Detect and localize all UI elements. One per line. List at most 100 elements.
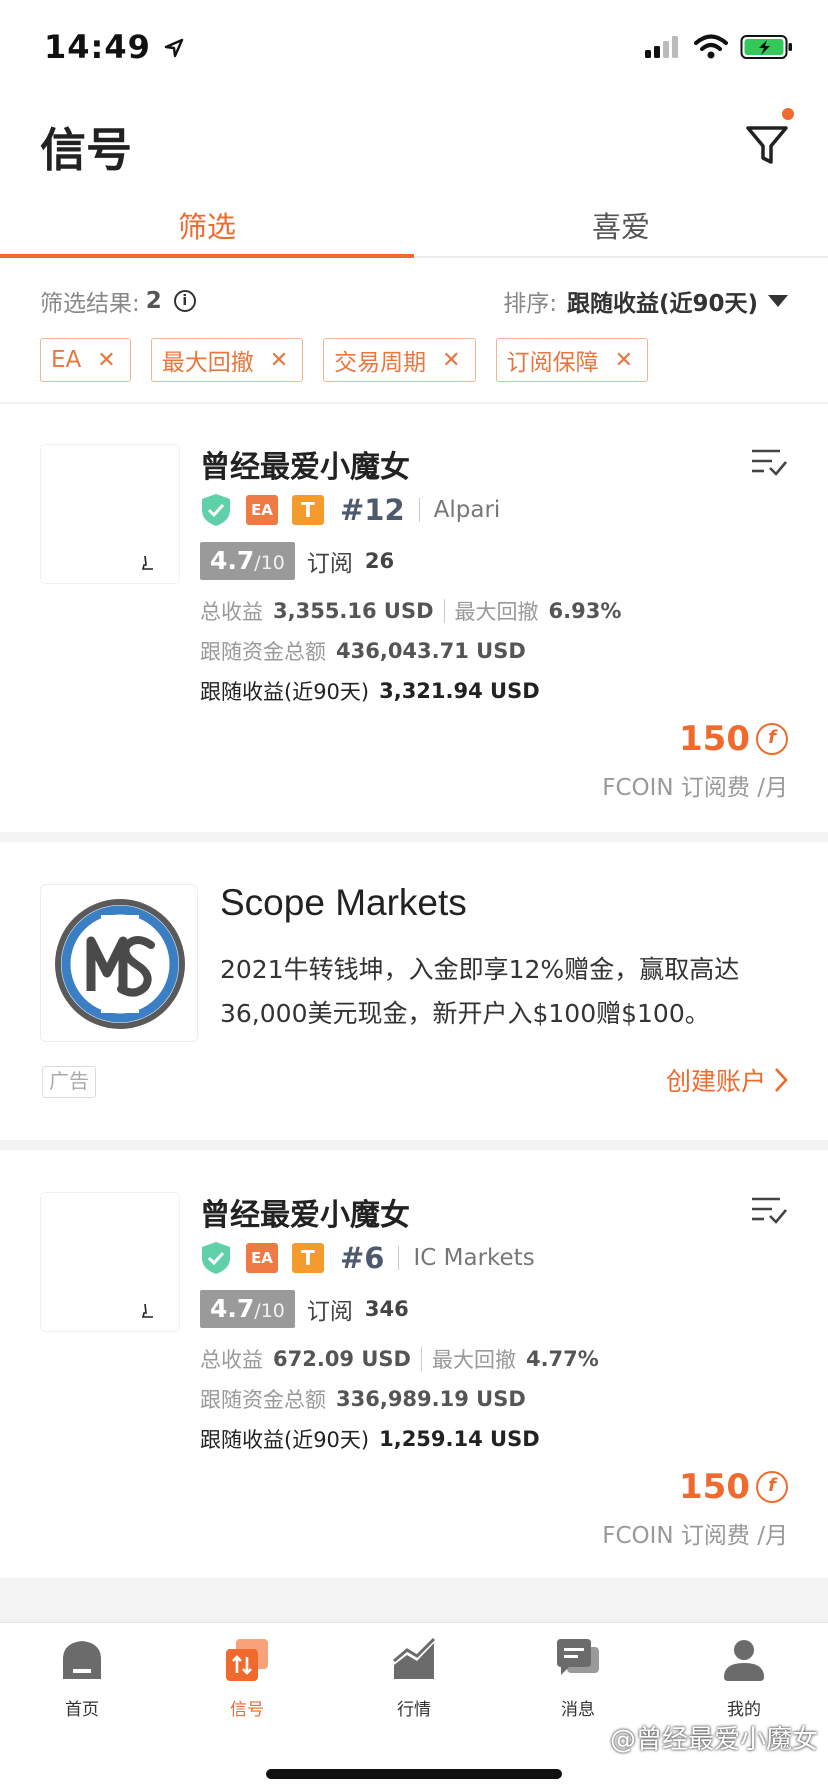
t-badge: T <box>292 495 324 525</box>
ea-badge: EA <box>246 495 278 525</box>
filter-chip-trade-period[interactable]: 交易周期 ✕ <box>323 338 476 382</box>
signal-card[interactable]: 曾经最爱小魔女 EA T #12 Alpari 4.7/10 订阅 26 总收益… <box>0 404 828 814</box>
follow-funds-label: 跟随资金总额 <box>200 1388 326 1412</box>
scope-markets-logo <box>40 884 198 1042</box>
section-divider <box>0 832 828 842</box>
follow-profit-label: 跟随收益(近90天) <box>200 1428 370 1452</box>
profit-stats: 总收益 3,355.16 USD 最大回撤 6.93% <box>200 596 621 626</box>
separator <box>398 1246 400 1270</box>
filter-chip-subscription-guarantee[interactable]: 订阅保障 ✕ <box>495 338 649 382</box>
tab-bar: 筛选 喜爱 <box>0 192 828 258</box>
signal-thumbnail <box>40 1192 180 1332</box>
nav-label: 消息 <box>561 1700 595 1720</box>
follow-list-icon[interactable] <box>750 446 788 478</box>
follow-funds-value: 436,043.71 USD <box>336 639 526 663</box>
create-account-link[interactable]: 创建账户 <box>666 1062 788 1098</box>
page-title: 信号 <box>40 123 132 177</box>
nav-header: 信号 <box>0 96 828 192</box>
follow-funds-stat: 跟随资金总额 436,043.71 USD <box>200 636 526 666</box>
signal-name: 曾经最爱小魔女 <box>200 450 410 485</box>
sort-value: 跟随收益(近90天) <box>566 291 758 317</box>
ad-title: Scope Markets <box>220 882 467 923</box>
cellular-signal-icon <box>645 36 678 58</box>
close-icon[interactable]: ✕ <box>97 348 115 373</box>
follow-funds-value: 336,989.19 USD <box>336 1387 526 1411</box>
signal-badges: EA T #12 Alpari <box>200 492 500 528</box>
home-icon <box>63 1641 101 1679</box>
filter-chip-max-drawdown[interactable]: 最大回撤 ✕ <box>150 338 304 382</box>
filter-button[interactable] <box>744 108 794 168</box>
verified-shield-icon <box>202 494 230 526</box>
nav-market[interactable]: 行情 <box>359 1637 469 1720</box>
chart-icon <box>393 1637 436 1679</box>
signal-thumbnail <box>40 444 180 584</box>
subscriptions-count: 346 <box>364 1297 409 1321</box>
ad-description: 2021牛转钱坤，入金即享12%赠金，赢取高达36,000美元现金，新开户入$1… <box>220 955 740 1028</box>
rating-badge: 4.7/10 <box>200 542 295 580</box>
status-bar: 14:49 <box>0 0 828 96</box>
price-unit: FCOIN 订阅费 /月 <box>602 775 788 801</box>
sort-dropdown[interactable]: 排序: 跟随收益(近90天) <box>503 284 788 318</box>
broker-name: IC Markets <box>413 1245 535 1271</box>
signal-name: 曾经最爱小魔女 <box>200 1198 410 1233</box>
follow-profit-stat: 跟随收益(近90天) 1,259.14 USD <box>200 1424 540 1454</box>
status-icons <box>644 34 794 60</box>
sort-label: 排序: <box>503 291 557 317</box>
chip-label: EA <box>51 347 82 373</box>
wifi-icon <box>694 34 728 59</box>
t-badge: T <box>292 1243 324 1273</box>
status-time: 14:49 <box>44 28 185 66</box>
thumbnail-figure-icon <box>141 555 153 570</box>
max-drawdown-label: 最大回撤 <box>454 600 539 624</box>
info-icon[interactable]: i <box>173 290 196 312</box>
filter-chip-ea[interactable]: EA ✕ <box>40 338 131 382</box>
signal-rank: #6 <box>340 1241 385 1275</box>
signal-card[interactable]: 曾经最爱小魔女 EA T #6 IC Markets 4.7/10 订阅 346… <box>0 1152 828 1562</box>
nav-label: 信号 <box>230 1700 264 1720</box>
follow-list-icon[interactable] <box>750 1194 788 1226</box>
nav-label: 首页 <box>65 1700 99 1720</box>
follow-profit-value: 3,321.94 USD <box>379 679 540 703</box>
follow-funds-stat: 跟随资金总额 336,989.19 USD <box>200 1384 526 1414</box>
subscription-price: 150 <box>679 719 750 759</box>
total-profit-value: 3,355.16 USD <box>273 599 434 623</box>
caret-down-icon <box>768 295 788 307</box>
follow-profit-value: 1,259.14 USD <box>379 1427 540 1451</box>
filter-result-row: 筛选结果: 2 i 排序: 跟随收益(近90天) <box>40 280 788 320</box>
max-drawdown-label: 最大回撤 <box>431 1348 516 1372</box>
close-icon[interactable]: ✕ <box>615 348 633 373</box>
price-row: 150 f <box>679 719 788 759</box>
fcoin-icon: f <box>756 1471 788 1503</box>
subscription-price: 150 <box>679 1467 750 1507</box>
result-count: 筛选结果: 2 i <box>40 284 196 318</box>
tab-filter[interactable]: 筛选 <box>0 192 414 258</box>
close-icon[interactable]: ✕ <box>442 348 460 373</box>
nav-home[interactable]: 首页 <box>27 1637 137 1720</box>
profile-icon <box>724 1640 764 1681</box>
rating-row: 4.7/10 订阅 346 <box>200 1290 409 1328</box>
follow-profit-label: 跟随收益(近90天) <box>200 680 370 704</box>
fcoin-icon: f <box>756 723 788 755</box>
max-drawdown-value: 6.93% <box>548 599 622 623</box>
result-label: 筛选结果: <box>40 291 140 317</box>
rating-badge: 4.7/10 <box>200 1290 295 1328</box>
location-arrow-icon <box>164 38 184 58</box>
nav-profile[interactable]: 我的 <box>689 1637 799 1720</box>
ad-card[interactable]: Scope Markets 2021牛转钱坤，入金即享12%赠金，赢取高达36,… <box>0 844 828 1140</box>
nav-label: 行情 <box>397 1700 431 1720</box>
subscriptions-count: 26 <box>364 549 395 573</box>
rating-total: /10 <box>254 1300 285 1322</box>
close-icon[interactable]: ✕ <box>270 348 288 373</box>
message-icon <box>557 1639 599 1675</box>
subscriptions-label: 订阅 <box>306 551 353 577</box>
home-indicator <box>266 1769 562 1779</box>
nav-messages[interactable]: 消息 <box>523 1637 633 1720</box>
separator <box>420 1347 422 1371</box>
follow-profit-stat: 跟随收益(近90天) 3,321.94 USD <box>200 676 540 706</box>
signal-badges: EA T #6 IC Markets <box>200 1240 535 1276</box>
section-divider <box>0 1140 828 1150</box>
tab-favorites[interactable]: 喜爱 <box>414 192 828 256</box>
bottom-tab-bar: 首页 信号 行情 消息 我的 @曾经最爱小魔女 <box>0 1622 828 1792</box>
chip-label: 订阅保障 <box>506 350 599 376</box>
nav-signals[interactable]: 信号 <box>192 1637 302 1720</box>
